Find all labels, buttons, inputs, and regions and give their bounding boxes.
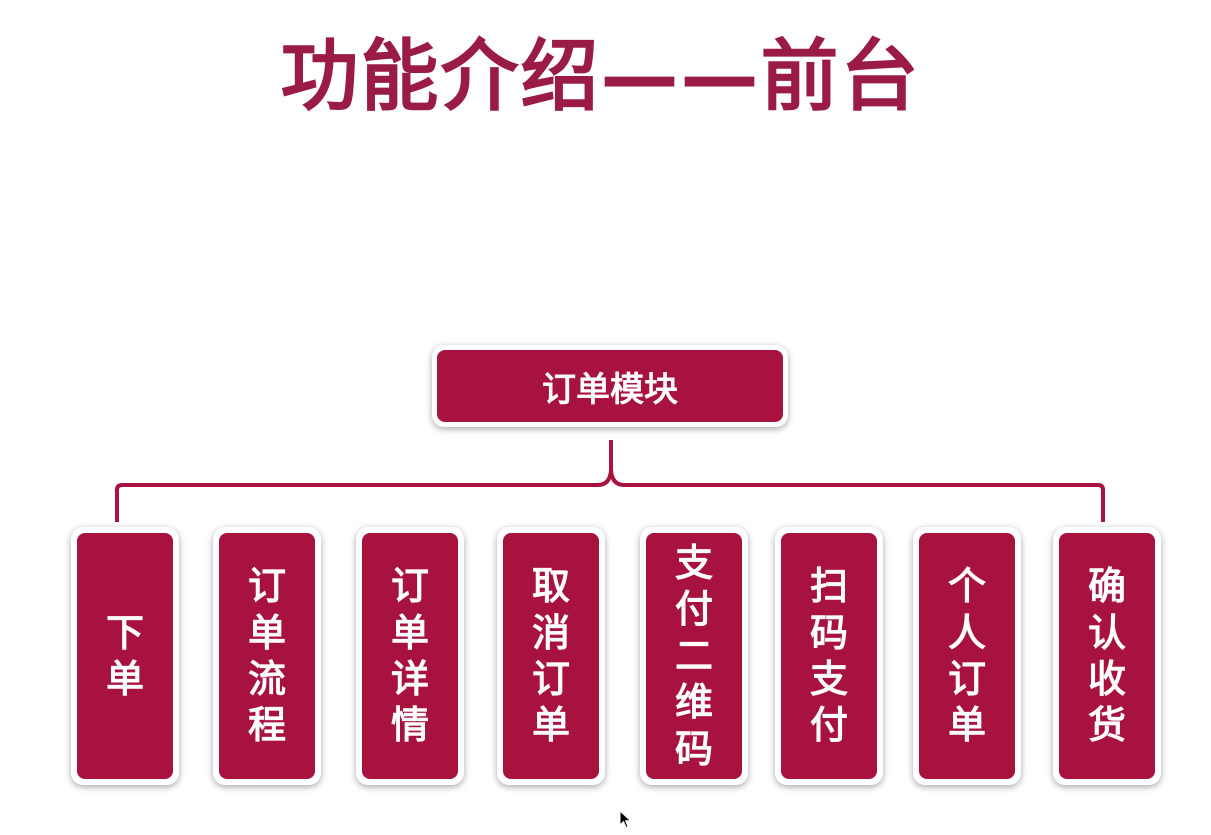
node-order-details: 订单详情 [356, 527, 464, 785]
node-label: 支付二维码 [674, 541, 713, 771]
node-label: 订单详情 [390, 564, 429, 748]
node-label: 订单流程 [247, 564, 286, 748]
node-scan-pay: 扫码支付 [775, 527, 883, 785]
node-cancel-order: 取消订单 [497, 527, 605, 785]
node-label: 个人订单 [947, 564, 986, 748]
node-personal-orders: 个人订单 [913, 527, 1021, 785]
node-confirm-receipt: 确认收货 [1053, 527, 1161, 785]
node-label: 取消订单 [531, 564, 570, 748]
node-label: 确认收货 [1087, 564, 1126, 748]
node-label: 下单 [105, 610, 144, 701]
node-payment-qrcode: 支付二维码 [640, 527, 748, 785]
node-order-flow: 订单流程 [213, 527, 321, 785]
node-place-order: 下单 [71, 527, 179, 785]
mouse-pointer-icon [619, 810, 632, 829]
order-module-node: 订单模块 [432, 345, 788, 427]
node-label: 扫码支付 [809, 564, 848, 748]
order-module-label: 订单模块 [542, 369, 678, 410]
